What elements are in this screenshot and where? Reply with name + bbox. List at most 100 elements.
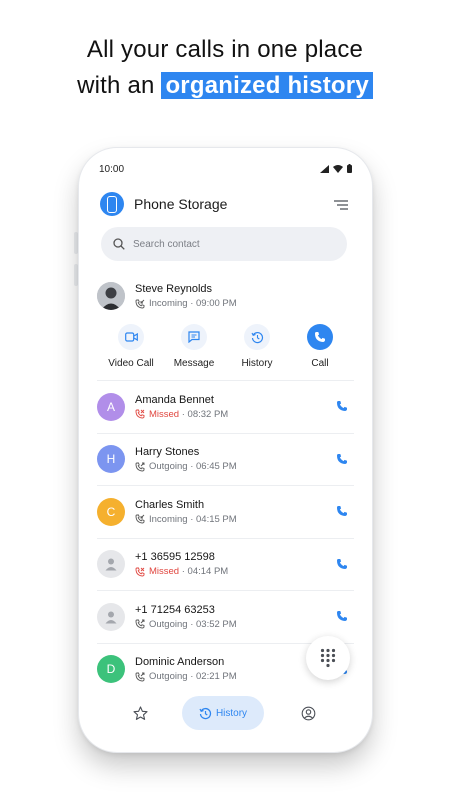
message-icon xyxy=(188,331,200,343)
call-history-row[interactable]: A Amanda Bennet Missed · 08:32 PM xyxy=(97,381,354,434)
call-history-row[interactable]: C Charles Smith Incoming · 04:15 PM xyxy=(97,486,354,539)
nav-history-label: History xyxy=(215,707,248,719)
phone-icon xyxy=(337,558,347,569)
separator: · xyxy=(187,461,197,473)
call-type: Incoming xyxy=(149,513,188,525)
video-camera-icon xyxy=(124,332,138,342)
contact-name: Charles Smith xyxy=(135,498,205,511)
missed-call-icon xyxy=(135,409,145,419)
call-type: Incoming xyxy=(149,298,188,309)
nav-favorites[interactable] xyxy=(125,696,155,730)
contact-name: Harry Stones xyxy=(135,446,200,459)
separator: · xyxy=(187,513,197,525)
call-type: Missed xyxy=(149,566,180,578)
search-input[interactable] xyxy=(131,237,325,251)
call-button[interactable] xyxy=(336,504,348,522)
separator: · xyxy=(179,408,188,420)
call-details: Incoming · 09:00 PM xyxy=(135,298,237,309)
call-type: Outgoing xyxy=(149,671,188,683)
call-info: Harry Stones Outgoing · 06:45 PM xyxy=(135,446,237,472)
app-logo-icon xyxy=(100,192,124,216)
star-icon xyxy=(132,705,148,720)
call-details: Incoming · 04:15 PM xyxy=(135,514,237,525)
dialpad-button[interactable] xyxy=(306,636,350,680)
nav-contacts[interactable] xyxy=(293,696,323,730)
history-label: History xyxy=(241,358,273,369)
call-button[interactable] xyxy=(336,452,348,470)
history-icon xyxy=(251,331,263,343)
call-details: Missed · 08:32 PM xyxy=(135,409,228,420)
call-type: Outgoing xyxy=(149,618,188,630)
phone-side-button xyxy=(74,232,78,254)
headline-line-1: All your calls in one place xyxy=(86,36,364,63)
call-info: Charles Smith Incoming · 04:15 PM xyxy=(135,499,237,525)
search-icon xyxy=(113,238,125,250)
call-info: Amanda Bennet Missed · 08:32 PM xyxy=(135,394,228,420)
separator: · xyxy=(187,671,197,683)
app-title: Phone Storage xyxy=(134,196,228,212)
contact-name: Steve Reynolds xyxy=(135,283,213,295)
call-type: Missed xyxy=(149,408,180,420)
phone-icon xyxy=(337,453,347,464)
call-details: Outgoing · 06:45 PM xyxy=(135,461,237,472)
status-time: 10:00 xyxy=(99,164,125,175)
message-button[interactable]: Message xyxy=(169,324,219,369)
battery-icon xyxy=(347,164,352,173)
outgoing-call-icon xyxy=(135,672,145,682)
phone-icon xyxy=(315,332,325,342)
call-button[interactable]: Call xyxy=(295,324,345,369)
signal-icon xyxy=(320,164,329,173)
contact-name: Dominic Anderson xyxy=(135,656,225,669)
call-button[interactable] xyxy=(336,609,348,627)
headline-line-2: with an organized history xyxy=(0,68,450,104)
call-button[interactable] xyxy=(336,557,348,575)
call-history-row[interactable]: +1 71254 63253 Outgoing · 03:52 PM xyxy=(97,591,354,644)
call-details: Outgoing · 03:52 PM xyxy=(135,619,237,630)
call-info: +1 36595 12598 Missed · 04:14 PM xyxy=(135,551,228,577)
expanded-contact[interactable]: Steve Reynolds Incoming · 09:00 PM Video… xyxy=(97,282,354,369)
call-details: Outgoing · 02:21 PM xyxy=(135,671,237,682)
contact-initial-avatar: D xyxy=(97,655,125,684)
call-history-row[interactable]: +1 36595 12598 Missed · 04:14 PM xyxy=(97,539,354,591)
call-info: Dominic Anderson Outgoing · 02:21 PM xyxy=(135,656,237,682)
app-header: Phone Storage xyxy=(100,192,227,216)
call-time: 09:00 PM xyxy=(196,298,237,309)
bottom-navigation: History xyxy=(79,696,372,736)
nav-history[interactable]: History xyxy=(182,696,264,730)
promo-headline: All your calls in one place with an orga… xyxy=(0,32,450,104)
video-call-button[interactable]: Video Call xyxy=(106,324,156,369)
unknown-person-icon xyxy=(97,602,125,631)
search-bar[interactable] xyxy=(101,227,347,261)
missed-call-icon xyxy=(135,567,145,577)
outgoing-call-icon xyxy=(135,619,145,629)
status-bar: 10:00 xyxy=(99,162,352,178)
call-details: Missed · 04:14 PM xyxy=(135,566,228,577)
sort-lines-icon[interactable] xyxy=(334,200,348,210)
phone-side-button xyxy=(74,264,78,286)
phone-icon xyxy=(337,611,347,621)
call-button[interactable] xyxy=(336,399,348,417)
contact-name: +1 71254 63253 xyxy=(135,603,215,616)
call-time: 04:15 PM xyxy=(196,513,237,525)
history-button[interactable]: History xyxy=(232,324,282,369)
separator: · xyxy=(179,566,188,578)
history-icon xyxy=(199,707,212,719)
phone-icon xyxy=(337,506,347,516)
person-circle-icon xyxy=(301,706,315,720)
headline-highlight: organized history xyxy=(161,72,373,99)
contact-initial-avatar: H xyxy=(97,445,125,474)
contact-photo-avatar xyxy=(97,282,125,310)
call-history-row[interactable]: H Harry Stones Outgoing · 06:45 PM xyxy=(97,434,354,486)
call-time: 02:21 PM xyxy=(196,671,237,683)
call-time: 04:14 PM xyxy=(187,566,229,578)
separator: · xyxy=(187,298,197,309)
outgoing-call-icon xyxy=(135,462,145,472)
separator: · xyxy=(187,618,197,630)
dialpad-icon xyxy=(320,648,336,668)
call-info: +1 71254 63253 Outgoing · 03:52 PM xyxy=(135,604,237,630)
call-time: 03:52 PM xyxy=(196,618,237,630)
call-type: Outgoing xyxy=(149,461,188,473)
contact-name: Amanda Bennet xyxy=(135,393,214,406)
status-icons xyxy=(320,164,352,173)
video-call-label: Video Call xyxy=(108,358,154,369)
